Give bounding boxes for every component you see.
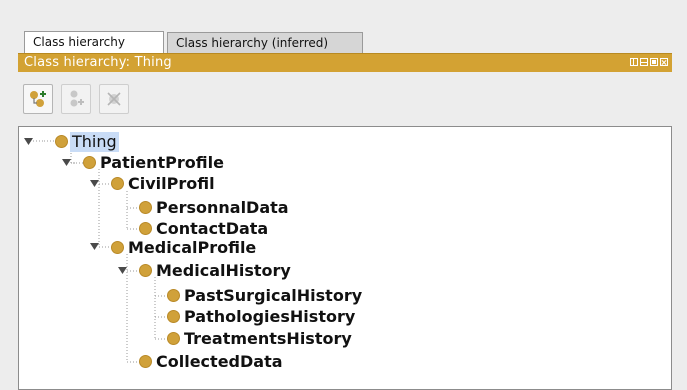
tree-node-collecteddata[interactable]: CollectedData [139,351,285,372]
add-subclass-icon [30,91,46,107]
tree-node-pathologieshistory[interactable]: PathologiesHistory [167,306,357,327]
class-hierarchy-view: Class hierarchy Class hierarchy (inferre… [18,25,687,390]
class-icon [167,332,180,345]
panel-title: Class hierarchy: Thing [24,55,172,70]
minimize-icon[interactable] [640,58,648,66]
tree-node-label: ContactData [156,218,269,238]
tree-node-label: Thing [70,131,119,152]
tree-node-label: MedicalProfile [128,237,257,257]
tree-node-label: PatientProfile [100,152,224,172]
class-icon [83,156,96,169]
tree-node-personnaldata[interactable]: PersonnalData [139,197,291,218]
class-icon [167,310,180,323]
class-icon [111,177,124,190]
tree-node-label: PathologiesHistory [184,306,356,326]
maximize-icon[interactable] [650,58,658,66]
tree-node-pastsurgicalhistory[interactable]: PastSurgicalHistory [167,285,364,306]
tree-node-patientprofile[interactable]: PatientProfile [83,152,226,173]
delete-class-icon [107,92,121,106]
tree-node-medicalhistory[interactable]: MedicalHistory [139,260,293,281]
class-tree: Thing PatientProfile CivilProfil Personn… [18,126,672,390]
class-icon [139,264,152,277]
add-subclass-button[interactable] [23,84,53,114]
tree-node-label: CivilProfil [128,173,215,193]
tree-node-treatmentshistory[interactable]: TreatmentsHistory [167,328,354,349]
hierarchy-toolbar [18,73,672,123]
tree-node-label: MedicalHistory [156,260,291,280]
collapse-thing [24,138,33,145]
tree-node-label: TreatmentsHistory [184,328,352,348]
tree-node-label: PastSurgicalHistory [184,285,363,305]
class-icon [139,201,152,214]
tree-node-thing[interactable]: Thing [55,131,119,152]
class-icon [139,222,152,235]
class-icon [111,241,124,254]
class-icon [55,135,68,148]
tree-node-label: CollectedData [156,351,283,371]
split-view-icon[interactable] [630,58,638,66]
tree-node-contactdata[interactable]: ContactData [139,218,270,239]
add-sibling-icon [70,90,84,107]
view-tabs: Class hierarchy Class hierarchy (inferre… [24,31,363,53]
class-icon [167,289,180,302]
tab-class-hierarchy[interactable]: Class hierarchy [24,31,164,53]
tree-node-medicalprofile[interactable]: MedicalProfile [111,237,258,258]
panel-titlebar: Class hierarchy: Thing [18,53,672,72]
panel-window-controls [630,58,668,66]
add-sibling-button[interactable] [61,84,91,114]
class-icon [139,355,152,368]
tree-node-civilprofil[interactable]: CivilProfil [111,173,217,194]
delete-class-button[interactable] [99,84,129,114]
close-icon[interactable] [660,58,668,66]
tab-class-hierarchy-inferred[interactable]: Class hierarchy (inferred) [167,32,363,53]
tree-node-label: PersonnalData [156,197,289,217]
